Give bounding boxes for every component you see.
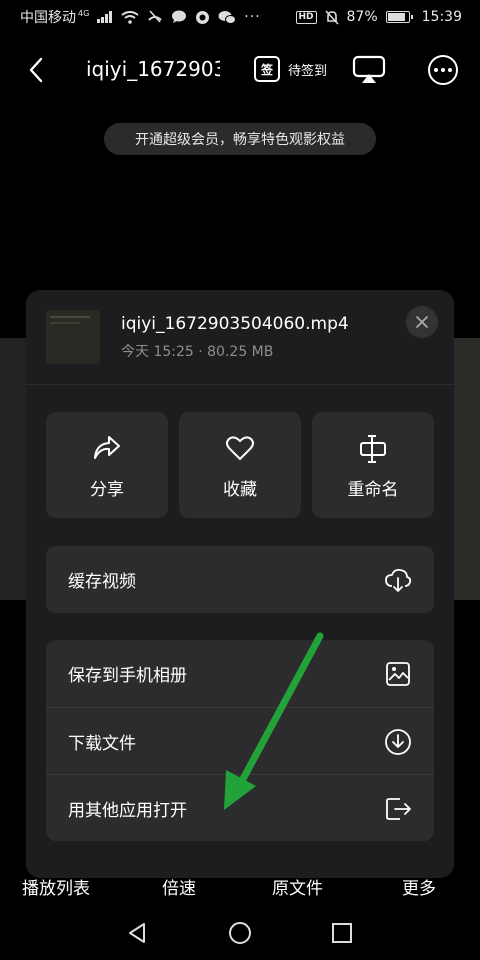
cast-icon xyxy=(352,55,386,83)
clock: 15:39 xyxy=(421,9,462,25)
more-options-button[interactable] xyxy=(428,55,458,85)
wifi-icon xyxy=(121,10,139,24)
back-arrow-icon xyxy=(29,57,43,83)
message-icon xyxy=(171,10,187,24)
open-with-label: 用其他应用打开 xyxy=(68,800,187,821)
video-title: iqiyi_1672903 xyxy=(86,57,220,81)
top-toolbar: iqiyi_1672903 签 待签到 xyxy=(0,44,480,96)
favorite-label: 收藏 xyxy=(223,480,257,500)
file-menu-group: 保存到手机相册 下载文件 用其他应用打开 xyxy=(46,640,434,841)
circle-home-icon xyxy=(229,922,251,944)
network-label: 4G xyxy=(78,8,90,18)
signal-icon xyxy=(97,11,113,23)
video-right-edge xyxy=(454,338,480,600)
download-file-row[interactable]: 下载文件 xyxy=(46,707,434,774)
triangle-back-icon xyxy=(129,923,145,943)
open-with-row[interactable]: 用其他应用打开 xyxy=(46,774,434,841)
system-nav-bar xyxy=(0,904,480,960)
check-in-label: 待签到 xyxy=(288,63,328,79)
back-button[interactable] xyxy=(22,56,50,84)
video-thumbnail xyxy=(46,310,100,364)
save-to-album-row[interactable]: 保存到手机相册 xyxy=(46,640,434,707)
divider xyxy=(26,384,454,385)
nav-home-button[interactable] xyxy=(227,920,253,946)
save-to-album-label: 保存到手机相册 xyxy=(68,666,187,686)
cloud-download-icon xyxy=(385,568,412,592)
check-in-icon: 签 xyxy=(254,56,280,82)
video-left-edge xyxy=(0,338,26,600)
file-header: iqiyi_1672903504060.mp4 今天 15:25 · 80.25… xyxy=(26,290,454,382)
nav-back-button[interactable] xyxy=(124,920,150,946)
cache-video-row[interactable]: 缓存视频 xyxy=(46,546,434,613)
wechat-icon xyxy=(218,10,237,25)
carrier-label: 中国移动 xyxy=(20,10,76,26)
more-dot-icon xyxy=(441,68,445,72)
open-with-icon xyxy=(386,798,411,820)
mute-icon xyxy=(324,9,339,25)
more-notifications-icon: ··· xyxy=(244,9,261,25)
save-to-album-icon xyxy=(386,662,410,686)
cache-group: 缓存视频 xyxy=(46,546,434,613)
share-icon xyxy=(46,434,168,464)
download-icon xyxy=(385,729,411,755)
nav-recents-button[interactable] xyxy=(329,920,355,946)
rename-icon xyxy=(312,434,434,464)
cast-button[interactable] xyxy=(352,54,386,86)
favorite-button[interactable]: 收藏 xyxy=(179,412,301,518)
close-button[interactable] xyxy=(406,306,438,338)
close-icon xyxy=(416,316,428,328)
heart-icon xyxy=(179,434,301,464)
download-file-label: 下载文件 xyxy=(68,733,136,754)
share-button[interactable]: 分享 xyxy=(46,412,168,518)
no-call-icon xyxy=(147,10,163,24)
more-dot-icon xyxy=(448,68,452,72)
square-recents-icon xyxy=(332,923,352,943)
hd-badge: HD xyxy=(295,10,317,24)
app-icon xyxy=(195,10,210,25)
rename-button[interactable]: 重命名 xyxy=(312,412,434,518)
file-name: iqiyi_1672903504060.mp4 xyxy=(121,314,349,334)
check-in-button[interactable]: 签 待签到 xyxy=(254,56,327,82)
share-label: 分享 xyxy=(90,480,124,500)
more-dot-icon xyxy=(434,68,438,72)
file-meta: 今天 15:25 · 80.25 MB xyxy=(121,344,274,360)
status-bar: 中国移动 4G ··· HD 87% 15:39 xyxy=(0,0,480,34)
vip-banner[interactable]: 开通超级会员，畅享特色观影权益 xyxy=(104,123,376,155)
cache-video-label: 缓存视频 xyxy=(68,572,136,592)
battery-icon xyxy=(385,11,413,23)
rename-label: 重命名 xyxy=(347,480,399,500)
file-action-sheet: iqiyi_1672903504060.mp4 今天 15:25 · 80.25… xyxy=(26,290,454,878)
battery-percent: 87% xyxy=(346,9,378,25)
